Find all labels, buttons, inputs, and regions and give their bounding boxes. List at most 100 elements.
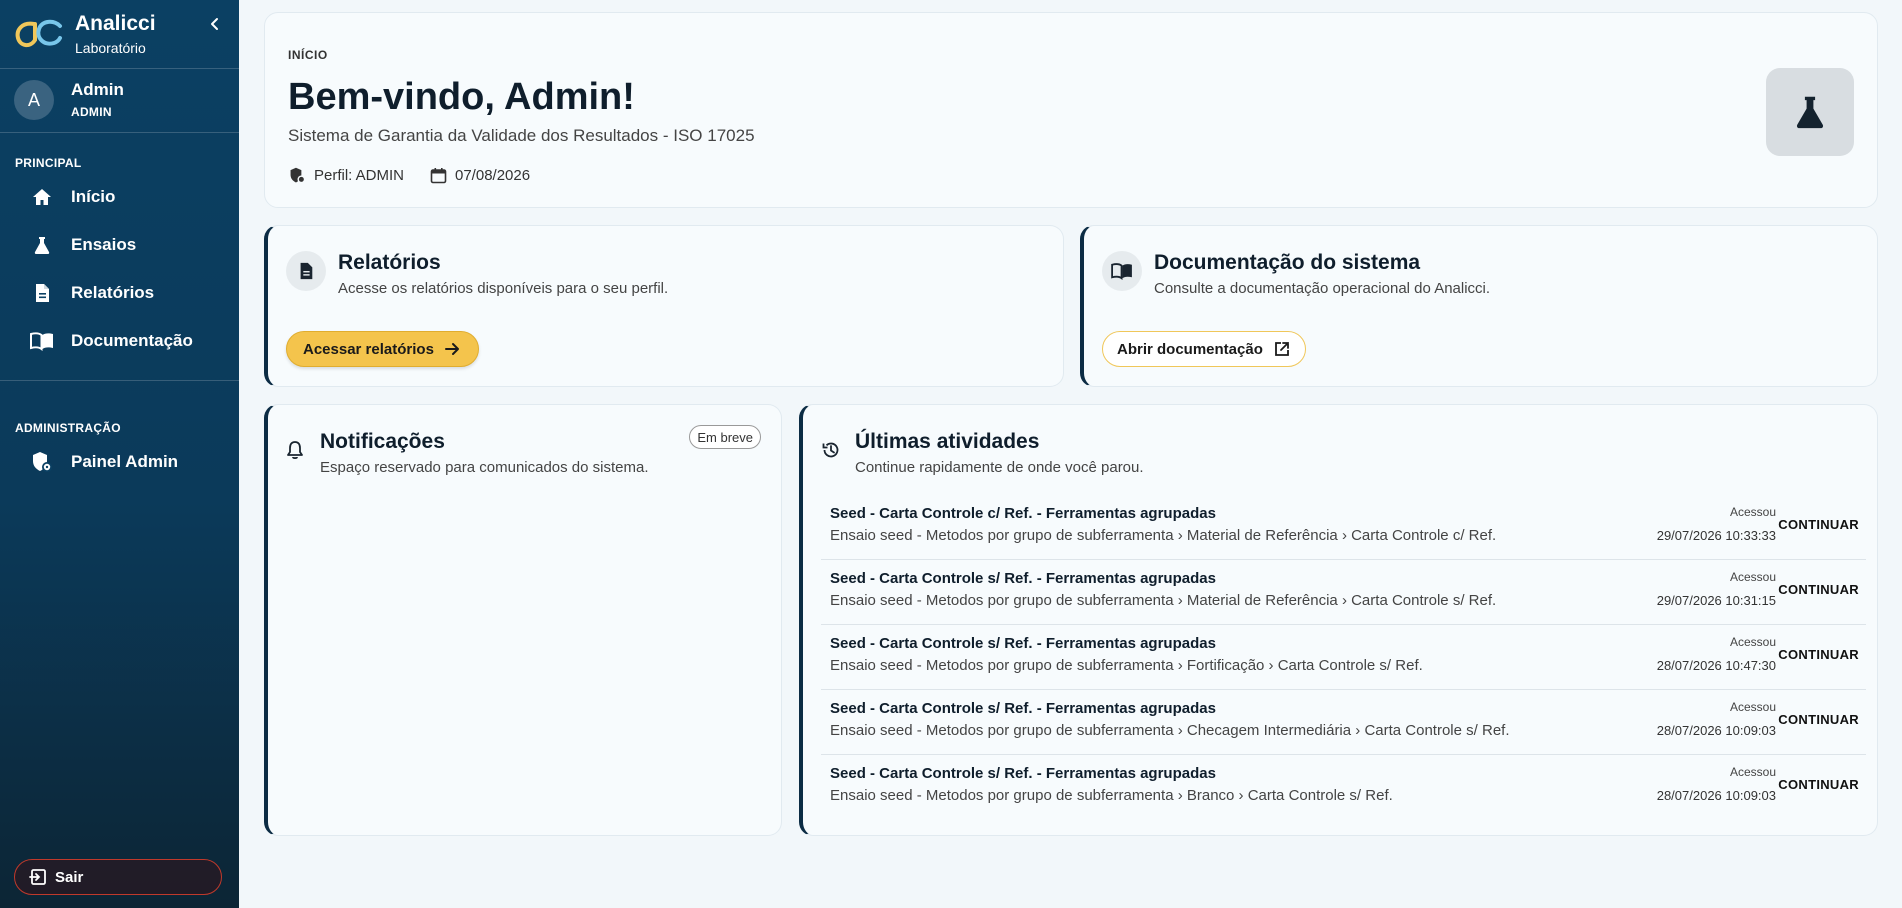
open-documentation-label: Abrir documentação bbox=[1117, 340, 1263, 358]
activity-row[interactable]: Seed - Carta Controle c/ Ref. - Ferramen… bbox=[821, 495, 1866, 560]
access-reports-label: Acessar relatórios bbox=[303, 340, 434, 358]
section-label-administracao: ADMINISTRAÇÃO bbox=[15, 421, 121, 435]
sidebar-item-relatorios[interactable]: Relatórios bbox=[30, 275, 230, 311]
section-label-principal: PRINCIPAL bbox=[15, 156, 82, 170]
breadcrumb: INÍCIO bbox=[288, 48, 328, 62]
home-icon bbox=[30, 185, 54, 209]
activity-date: 29/07/2026 10:33:33 bbox=[1656, 528, 1776, 543]
activity-path: Ensaio seed - Metodos por grupo de subfe… bbox=[830, 722, 1510, 739]
sidebar-item-painel-admin[interactable]: Painel Admin bbox=[30, 444, 230, 480]
continue-button[interactable]: CONTINUAR bbox=[1778, 582, 1859, 597]
continue-button[interactable]: CONTINUAR bbox=[1778, 712, 1859, 727]
activity-path: Ensaio seed - Metodos por grupo de subfe… bbox=[830, 527, 1497, 544]
divider bbox=[0, 132, 239, 133]
activity-list: Seed - Carta Controle c/ Ref. - Ferramen… bbox=[821, 495, 1866, 820]
activity-path: Ensaio seed - Metodos por grupo de subfe… bbox=[830, 592, 1497, 609]
activity-row[interactable]: Seed - Carta Controle s/ Ref. - Ferramen… bbox=[821, 755, 1866, 820]
activities-card: Últimas atividades Continue rapidamente … bbox=[799, 404, 1878, 836]
user-name: Admin bbox=[71, 80, 124, 99]
brand: Analicci Laboratório bbox=[14, 10, 226, 60]
activity-title: Seed - Carta Controle s/ Ref. - Ferramen… bbox=[830, 700, 1216, 717]
activity-action: Acessou bbox=[1729, 570, 1776, 584]
activity-title: Seed - Carta Controle s/ Ref. - Ferramen… bbox=[830, 765, 1216, 782]
document-icon bbox=[286, 251, 326, 291]
history-icon bbox=[821, 440, 841, 465]
profile-text: Perfil: ADMIN bbox=[314, 166, 405, 184]
sidebar-item-label: Início bbox=[71, 187, 116, 206]
shield-gear-icon bbox=[288, 166, 306, 184]
sidebar-item-label: Documentação bbox=[71, 331, 193, 350]
logout-icon bbox=[29, 868, 47, 886]
activity-path: Ensaio seed - Metodos por grupo de subfe… bbox=[830, 787, 1393, 804]
book-icon bbox=[30, 329, 54, 353]
sidebar-item-documentacao[interactable]: Documentação bbox=[30, 323, 230, 359]
logout-button[interactable]: Sair bbox=[14, 859, 222, 895]
flask-icon bbox=[30, 233, 54, 257]
sidebar: Analicci Laboratório A Admin ADMIN PRINC… bbox=[0, 0, 239, 908]
activity-path: Ensaio seed - Metodos por grupo de subfe… bbox=[830, 657, 1423, 674]
notifications-title: Notificações bbox=[320, 430, 445, 453]
sidebar-item-label: Painel Admin bbox=[71, 452, 179, 471]
reports-description: Acesse os relatórios disponíveis para o … bbox=[338, 280, 669, 297]
shield-gear-icon bbox=[30, 450, 54, 474]
collapse-sidebar-button[interactable] bbox=[203, 12, 227, 36]
brand-subtitle: Laboratório bbox=[75, 40, 146, 56]
activity-row[interactable]: Seed - Carta Controle s/ Ref. - Ferramen… bbox=[821, 560, 1866, 625]
documentation-card: Documentação do sistema Consulte a docum… bbox=[1080, 225, 1878, 387]
activity-action: Acessou bbox=[1729, 700, 1776, 714]
activity-title: Seed - Carta Controle s/ Ref. - Ferramen… bbox=[830, 570, 1216, 587]
page-title: Bem-vindo, Admin! bbox=[288, 76, 635, 118]
divider bbox=[0, 380, 239, 381]
activity-date: 28/07/2026 10:09:03 bbox=[1656, 788, 1776, 803]
activities-description: Continue rapidamente de onde você parou. bbox=[855, 459, 1144, 476]
avatar: A bbox=[14, 80, 54, 120]
sidebar-item-label: Relatórios bbox=[71, 283, 155, 302]
activity-title: Seed - Carta Controle s/ Ref. - Ferramen… bbox=[830, 635, 1216, 652]
activity-action: Acessou bbox=[1729, 505, 1776, 519]
brand-name: Analicci bbox=[75, 12, 156, 35]
welcome-card: INÍCIO Bem-vindo, Admin! Sistema de Gara… bbox=[264, 12, 1878, 208]
bell-icon bbox=[286, 440, 304, 465]
access-reports-button[interactable]: Acessar relatórios bbox=[286, 331, 479, 367]
date-text: 07/08/2026 bbox=[455, 166, 531, 184]
divider bbox=[0, 68, 239, 69]
activity-date: 29/07/2026 10:31:15 bbox=[1656, 593, 1776, 608]
book-icon bbox=[1102, 251, 1142, 291]
documentation-title: Documentação do sistema bbox=[1154, 251, 1421, 274]
document-icon bbox=[30, 281, 54, 305]
sidebar-item-inicio[interactable]: Início bbox=[30, 179, 230, 215]
date-meta: 07/08/2026 bbox=[429, 166, 530, 184]
flask-icon bbox=[1796, 96, 1824, 129]
activity-action: Acessou bbox=[1729, 765, 1776, 779]
user-role: ADMIN bbox=[71, 105, 112, 119]
logo-icon bbox=[15, 19, 62, 47]
arrow-right-icon bbox=[444, 340, 462, 358]
activity-row[interactable]: Seed - Carta Controle s/ Ref. - Ferramen… bbox=[821, 625, 1866, 690]
continue-button[interactable]: CONTINUAR bbox=[1778, 517, 1859, 532]
activities-title: Últimas atividades bbox=[855, 430, 1040, 453]
external-link-icon bbox=[1273, 340, 1291, 358]
activity-row[interactable]: Seed - Carta Controle s/ Ref. - Ferramen… bbox=[821, 690, 1866, 755]
activity-title: Seed - Carta Controle c/ Ref. - Ferramen… bbox=[830, 505, 1216, 522]
sidebar-item-ensaios[interactable]: Ensaios bbox=[30, 227, 230, 263]
hero-flask-badge bbox=[1766, 68, 1854, 156]
chevron-left-icon bbox=[211, 18, 218, 30]
activity-date: 28/07/2026 10:09:03 bbox=[1656, 723, 1776, 738]
open-documentation-button[interactable]: Abrir documentação bbox=[1102, 331, 1306, 367]
activity-date: 28/07/2026 10:47:30 bbox=[1656, 658, 1776, 673]
continue-button[interactable]: CONTINUAR bbox=[1778, 647, 1859, 662]
notifications-description: Espaço reservado para comunicados do sis… bbox=[320, 459, 649, 476]
continue-button[interactable]: CONTINUAR bbox=[1778, 777, 1859, 792]
notifications-card: Notificações Espaço reservado para comun… bbox=[264, 404, 782, 836]
user-profile: A Admin ADMIN bbox=[14, 80, 226, 126]
reports-card: Relatórios Acesse os relatórios disponív… bbox=[264, 225, 1064, 387]
sidebar-item-label: Ensaios bbox=[71, 235, 137, 254]
logout-label: Sair bbox=[55, 868, 84, 886]
calendar-icon bbox=[429, 166, 447, 184]
activity-action: Acessou bbox=[1729, 635, 1776, 649]
reports-title: Relatórios bbox=[338, 251, 441, 274]
documentation-description: Consulte a documentação operacional do A… bbox=[1154, 280, 1491, 297]
profile-meta: Perfil: ADMIN bbox=[288, 166, 404, 184]
coming-soon-badge: Em breve bbox=[689, 425, 761, 449]
page-subtitle: Sistema de Garantia da Validade dos Resu… bbox=[288, 126, 755, 145]
